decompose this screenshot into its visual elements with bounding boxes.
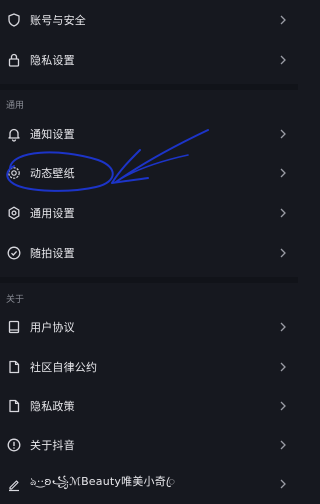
- document-icon: [6, 398, 22, 414]
- menu-item-general-settings[interactable]: 通用设置: [0, 193, 298, 233]
- chevron-right-icon: [278, 247, 288, 259]
- menu-item-about-douyin[interactable]: 关于抖音: [0, 425, 298, 465]
- chevron-right-icon: [278, 14, 288, 26]
- chevron-right-icon: [278, 207, 288, 219]
- menu-item-label: 通用设置: [30, 207, 75, 220]
- menu-item-live-wallpaper[interactable]: 动态壁纸: [0, 153, 298, 193]
- menu-item-user-nickname[interactable]: ঌ·͜·ʚ꧁ℳBeauty唯美小奇ꦿ: [0, 464, 298, 504]
- menu-item-privacy-policy[interactable]: 隐私政策: [0, 386, 298, 426]
- menu-item-label: 社区自律公约: [30, 361, 98, 374]
- menu-item-label: 随拍设置: [30, 247, 75, 260]
- bell-icon: [6, 126, 22, 142]
- document-icon: [6, 359, 22, 375]
- shield-icon: [6, 12, 22, 28]
- info-icon: [6, 437, 22, 453]
- section-title-about: 关于: [6, 295, 25, 305]
- section-title-general: 通用: [6, 101, 25, 111]
- menu-item-label: 通知设置: [30, 128, 75, 141]
- menu-item-label: 账号与安全: [30, 14, 86, 27]
- chevron-right-icon: [278, 361, 288, 373]
- lock-icon: [6, 52, 22, 68]
- edit-icon: [6, 476, 22, 492]
- book-icon: [6, 319, 22, 335]
- menu-item-label: 隐私政策: [30, 400, 75, 413]
- chevron-right-icon: [278, 54, 288, 66]
- menu-item-label: 关于抖音: [30, 439, 75, 452]
- menu-item-label: 动态壁纸: [30, 167, 75, 180]
- menu-item-community-guidelines[interactable]: 社区自律公约: [0, 347, 298, 387]
- check-circle-icon: [6, 245, 22, 261]
- chevron-right-icon: [278, 167, 288, 179]
- gear-icon: [6, 165, 22, 181]
- menu-item-privacy-settings[interactable]: 隐私设置: [0, 40, 298, 80]
- chevron-right-icon: [278, 478, 288, 490]
- section-divider: [0, 84, 298, 90]
- chevron-right-icon: [278, 439, 288, 451]
- menu-item-user-agreement[interactable]: 用户协议: [0, 307, 298, 347]
- menu-item-camera-settings[interactable]: 随拍设置: [0, 233, 298, 273]
- chevron-right-icon: [278, 400, 288, 412]
- chevron-right-icon: [278, 321, 288, 333]
- menu-item-label: ঌ·͜·ʚ꧁ℳBeauty唯美小奇ꦿ: [30, 474, 176, 488]
- menu-item-account-security[interactable]: 账号与安全: [0, 0, 298, 40]
- settings-icon: [6, 205, 22, 221]
- menu-item-notification-settings[interactable]: 通知设置: [0, 114, 298, 154]
- section-divider: [0, 277, 298, 283]
- menu-item-label: 用户协议: [30, 321, 75, 334]
- chevron-right-icon: [278, 128, 288, 140]
- menu-item-label: 隐私设置: [30, 54, 75, 67]
